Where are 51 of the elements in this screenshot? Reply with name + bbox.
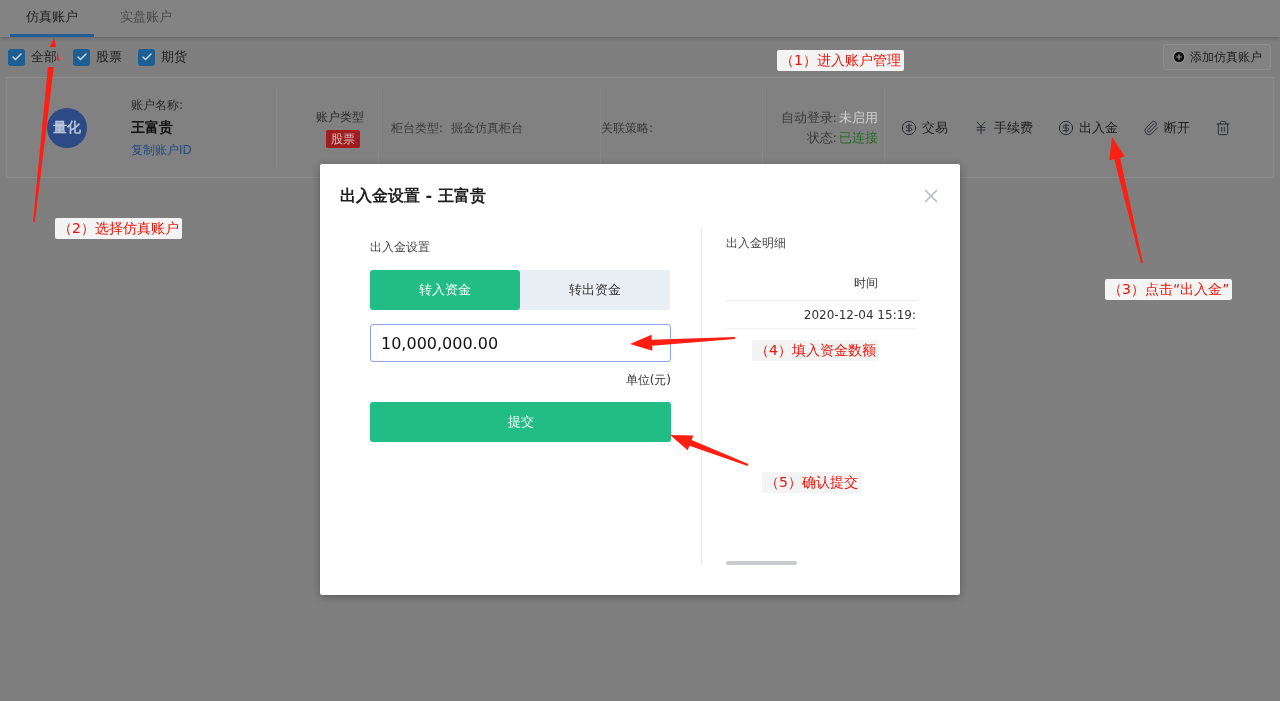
section-title: 出入金明细 bbox=[726, 235, 787, 252]
transfer-tab[interactable]: 转出资金 bbox=[520, 270, 670, 310]
checkmark-icon bbox=[10, 51, 23, 63]
transfer-tab[interactable]: 转入资金 bbox=[370, 270, 520, 310]
checkmark-icon bbox=[75, 51, 88, 63]
checkbox[interactable] bbox=[138, 48, 155, 66]
amount-input[interactable]: 10,000,000.00 bbox=[370, 324, 671, 362]
trash-icon bbox=[1215, 119, 1231, 136]
dialog-title: 出入金设置 - 王富贵 bbox=[340, 185, 486, 207]
account-tab[interactable]: 仿真账户 bbox=[10, 0, 94, 37]
action-button[interactable]: 出入金 bbox=[1058, 117, 1118, 138]
annotation-text: （3）点击“出入金” bbox=[1105, 279, 1233, 300]
field-label: 账户类型 bbox=[316, 108, 364, 126]
annotation-text: （5）确认提交 bbox=[762, 472, 861, 493]
unit-label: 单位(元) bbox=[625, 372, 671, 389]
dollar-icon bbox=[1058, 119, 1074, 136]
submit-button[interactable]: 提交 bbox=[370, 402, 671, 442]
section-title: 出入金设置 bbox=[370, 239, 431, 256]
filter-label: 全部 bbox=[31, 47, 57, 67]
account-name: 王富贵 bbox=[131, 118, 174, 137]
field-label: 账户名称: bbox=[131, 97, 185, 114]
action-button[interactable]: 断开 bbox=[1143, 117, 1190, 138]
delete-button[interactable] bbox=[1215, 119, 1231, 136]
status-value: 已连接 bbox=[839, 128, 878, 147]
field-label: 柜台类型: bbox=[391, 119, 444, 137]
field-label: 自动登录: bbox=[780, 109, 837, 127]
annotation-text: （2）选择仿真账户 bbox=[55, 218, 182, 239]
checkbox[interactable] bbox=[8, 48, 25, 66]
account-avatar: 量化 bbox=[47, 107, 87, 148]
field-value: 掘金仿真柜台 bbox=[451, 119, 524, 137]
action-button[interactable]: 手续费 bbox=[973, 117, 1033, 138]
checkbox[interactable] bbox=[73, 48, 90, 66]
plus-circle-icon bbox=[1172, 50, 1186, 64]
checkmark-icon bbox=[140, 51, 153, 63]
column-header: 时间 bbox=[854, 275, 878, 292]
add-account-button[interactable]: 添加仿真账户 bbox=[1163, 44, 1271, 70]
yen-icon bbox=[973, 119, 989, 136]
table-cell-text: 2020-12-04 15:19: bbox=[803, 306, 916, 324]
field-label: 状态: bbox=[805, 128, 837, 147]
scrollbar-thumb[interactable] bbox=[726, 561, 797, 565]
account-tab[interactable]: 实盘账户 bbox=[104, 0, 188, 37]
action-button[interactable]: 交易 bbox=[901, 117, 948, 138]
field-label: 关联策略: bbox=[601, 119, 654, 137]
copy-id-link[interactable]: 复制账户ID bbox=[131, 141, 276, 159]
filter-label: 期货 bbox=[161, 47, 187, 67]
dollar-icon bbox=[901, 119, 917, 136]
annotation-text: （4）填入资金数额 bbox=[752, 340, 879, 361]
paperclip-icon bbox=[1143, 119, 1159, 136]
type-badge: 股票 bbox=[325, 129, 360, 148]
auto-login-value: 未启用 bbox=[839, 109, 878, 127]
annotation-text: （1）进入账户管理 bbox=[777, 50, 904, 71]
